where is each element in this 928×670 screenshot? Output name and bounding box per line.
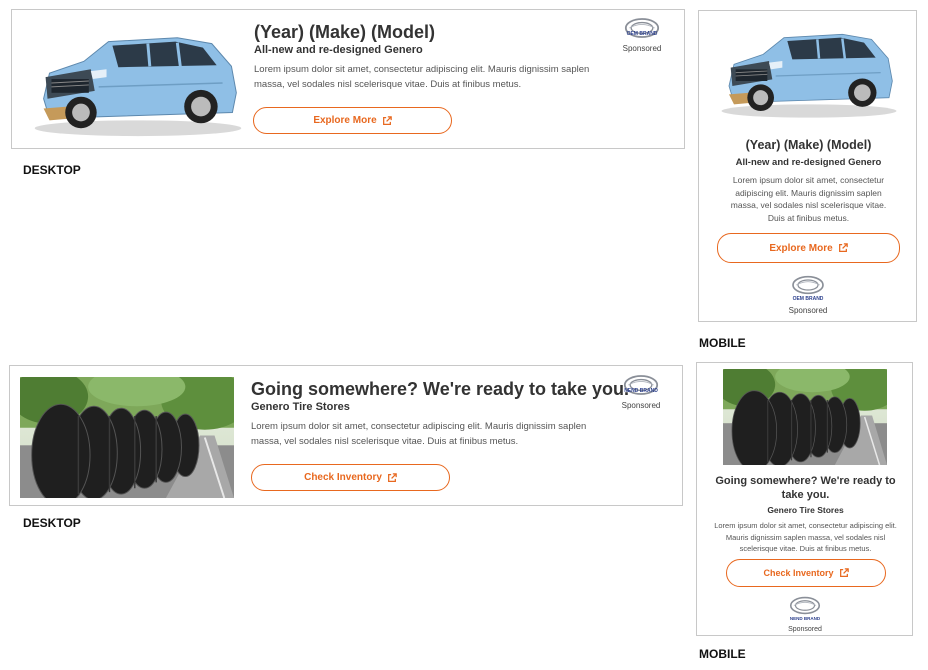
external-link-icon (387, 473, 397, 483)
blue-suv-image[interactable] (717, 21, 901, 121)
ad-subhead: Genero Tire Stores (251, 401, 350, 413)
sponsored-label: Sponsored (621, 401, 661, 410)
blue-suv-image[interactable] (26, 22, 250, 140)
ad-headline: Going somewhere? We're ready to take you… (715, 475, 896, 501)
cta-label: Check Inventory (763, 568, 834, 578)
brand-name: NEND BRAND (624, 388, 658, 394)
cta-label: Explore More (313, 115, 377, 126)
tire-ad-desktop[interactable]: Going somewhere? We're ready to take you… (9, 365, 683, 506)
tire-ad-mobile[interactable]: Going somewhere? We're ready to take you… (696, 362, 913, 636)
car-ad-mobile[interactable]: (Year) (Make) (Model) All-new and re-des… (698, 10, 917, 322)
sponsored-label: Sponsored (622, 44, 662, 53)
external-link-icon (838, 243, 848, 253)
external-link-icon (382, 116, 392, 126)
brand-logo: OEM BRAND Sponsored (783, 275, 833, 315)
brand-logo: NEND BRAND Sponsored (781, 596, 829, 633)
ad-subhead: Genero Tire Stores (767, 505, 844, 515)
cta-label: Explore More (769, 242, 833, 254)
sponsored-label: Sponsored (788, 306, 828, 315)
ad-body: Lorem ipsum dolor sit amet, consectetur … (730, 175, 887, 223)
check-inventory-button[interactable]: Check Inventory (726, 559, 886, 587)
nend-brand-logo-icon (789, 596, 821, 615)
cta-label: Check Inventory (304, 472, 382, 483)
brand-name: OEM BRAND (626, 31, 658, 37)
ad-body: Lorem ipsum dolor sit amet, consectetur … (254, 64, 590, 90)
tires-on-road-image[interactable] (20, 377, 234, 498)
caption-desktop: DESKTOP (23, 163, 81, 177)
brand-logo: NEND BRAND Sponsored (617, 374, 665, 410)
external-link-icon (839, 568, 849, 578)
caption-desktop: DESKTOP (23, 516, 81, 530)
ad-headline: Going somewhere? We're ready to take you… (251, 379, 630, 399)
check-inventory-button[interactable]: Check Inventory (251, 464, 450, 491)
ad-body: Lorem ipsum dolor sit amet, consectetur … (714, 521, 897, 553)
brand-logo: OEM BRAND Sponsored (618, 17, 666, 53)
ad-subhead: All-new and re-designed Genero (254, 44, 423, 56)
brand-name: OEM BRAND (792, 296, 824, 302)
explore-more-button[interactable]: Explore More (253, 107, 452, 134)
ad-headline: (Year) (Make) (Model) (254, 22, 436, 42)
brand-name: NEND BRAND (789, 616, 821, 621)
car-ad-desktop[interactable]: (Year) (Make) (Model) All-new and re-des… (11, 9, 685, 149)
ad-headline: (Year) (Make) (Model) (745, 138, 872, 152)
ad-body: Lorem ipsum dolor sit amet, consectetur … (251, 421, 587, 447)
sponsored-label: Sponsored (788, 626, 822, 633)
caption-mobile: MOBILE (699, 336, 746, 350)
oem-brand-logo-icon (791, 275, 825, 295)
explore-more-button[interactable]: Explore More (717, 233, 900, 263)
tires-on-road-image[interactable] (723, 369, 887, 465)
ad-subhead: All-new and re-designed Genero (735, 157, 882, 168)
caption-mobile: MOBILE (699, 647, 746, 661)
